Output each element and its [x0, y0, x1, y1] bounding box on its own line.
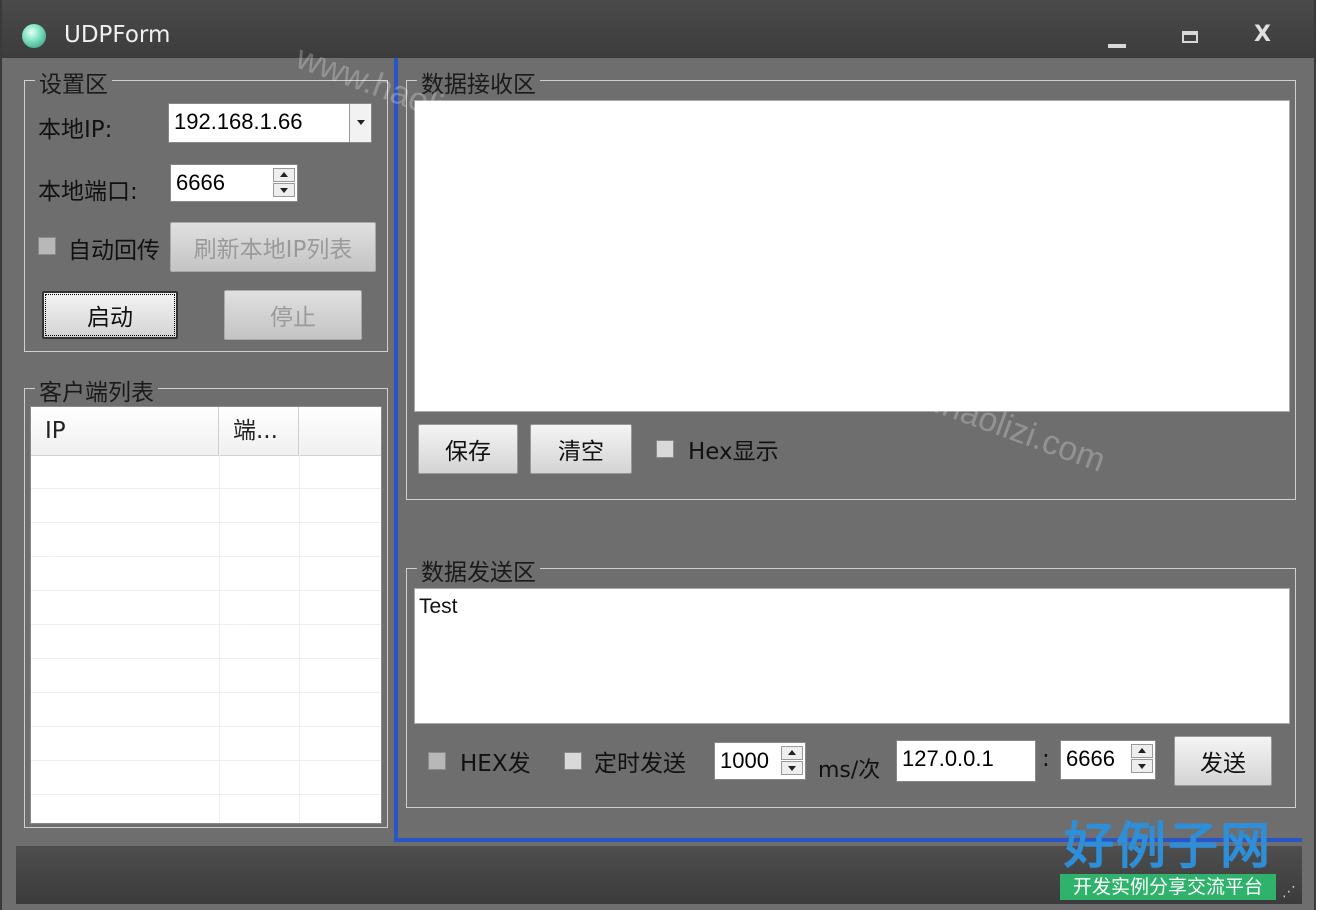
app-icon — [22, 24, 46, 48]
table-row — [31, 591, 381, 625]
interval-stepper[interactable]: 1000 — [714, 742, 806, 780]
interval-spinner[interactable] — [781, 746, 803, 776]
local-ip-value: 192.168.1.66 — [174, 109, 303, 134]
close-button[interactable]: X — [1254, 22, 1271, 47]
send-button[interactable]: 发送 — [1174, 736, 1272, 786]
chevron-down-icon[interactable] — [349, 104, 371, 142]
spin-up-icon[interactable] — [273, 168, 295, 182]
watermark-subtitle: 开发实例分享交流平台 — [1060, 874, 1276, 900]
settings-group-title: 设置区 — [35, 65, 112, 99]
save-button[interactable]: 保存 — [418, 424, 518, 474]
watermark-title: 好例子网 — [1064, 816, 1272, 875]
client-list-header: IP 端... — [31, 407, 381, 456]
table-row — [31, 693, 381, 727]
spin-up-icon[interactable] — [781, 746, 803, 760]
target-port-value: 6666 — [1066, 746, 1115, 771]
spin-down-icon[interactable] — [273, 183, 295, 197]
maximize-button[interactable] — [1182, 31, 1198, 43]
stop-button[interactable]: 停止 — [224, 290, 362, 340]
send-group-title: 数据发送区 — [417, 553, 540, 587]
timed-send-checkbox[interactable] — [564, 752, 582, 770]
hex-display-checkbox[interactable] — [656, 440, 674, 458]
target-port-spinner[interactable] — [1131, 744, 1153, 774]
local-ip-select[interactable]: 192.168.1.66 — [168, 103, 372, 143]
clients-group-title: 客户端列表 — [35, 373, 158, 407]
target-ip-input[interactable]: 127.0.0.1 — [896, 740, 1036, 782]
send-textarea[interactable]: Test — [414, 588, 1290, 724]
local-port-label: 本地端口: — [38, 179, 138, 205]
start-button[interactable]: 启动 — [42, 291, 178, 339]
title-bar[interactable]: UDPForm X — [2, 0, 1314, 58]
spin-down-icon[interactable] — [1131, 759, 1153, 773]
table-row — [31, 727, 381, 761]
table-row — [31, 455, 381, 489]
target-port-stepper[interactable]: 6666 — [1060, 740, 1156, 780]
refresh-ip-button[interactable]: 刷新本地IP列表 — [170, 222, 376, 272]
splitter-bar[interactable] — [394, 58, 398, 842]
local-ip-label: 本地IP: — [38, 117, 113, 143]
client-list[interactable]: IP 端... — [30, 406, 382, 824]
interval-value: 1000 — [720, 748, 769, 773]
app-window: UDPForm X 设置区 本地IP: 192.168.1.66 本地端口: 6… — [0, 0, 1316, 910]
hex-send-checkbox[interactable] — [428, 752, 446, 770]
table-row — [31, 489, 381, 523]
minimize-button[interactable] — [1108, 44, 1126, 48]
hex-send-label: HEX发 — [460, 751, 531, 777]
local-port-stepper[interactable]: 6666 — [170, 164, 298, 202]
spin-up-icon[interactable] — [1131, 744, 1153, 758]
colon-label: : — [1042, 746, 1050, 772]
clear-button[interactable]: 清空 — [530, 424, 632, 474]
table-row — [31, 761, 381, 795]
spin-down-icon[interactable] — [781, 761, 803, 775]
table-row — [31, 557, 381, 591]
port-spinner[interactable] — [273, 168, 295, 198]
table-row — [31, 523, 381, 557]
table-row — [31, 659, 381, 693]
receive-group-title: 数据接收区 — [417, 65, 540, 99]
watermark-logo: 好例子网 开发实例分享交流平台 — [1060, 818, 1276, 900]
window-title: UDPForm — [64, 22, 171, 48]
column-header-ip[interactable]: IP — [31, 407, 219, 455]
table-row — [31, 625, 381, 659]
interval-unit-label: ms/次 — [818, 758, 881, 783]
local-port-value: 6666 — [176, 170, 225, 195]
hex-display-label: Hex显示 — [688, 439, 779, 465]
resize-grip-icon[interactable]: ⋰ — [1282, 884, 1298, 900]
column-header-port[interactable]: 端... — [219, 407, 299, 455]
timed-send-label: 定时发送 — [594, 751, 686, 777]
auto-echo-label: 自动回传 — [68, 238, 160, 264]
receive-textarea[interactable] — [414, 100, 1290, 412]
auto-echo-checkbox[interactable] — [38, 237, 56, 255]
